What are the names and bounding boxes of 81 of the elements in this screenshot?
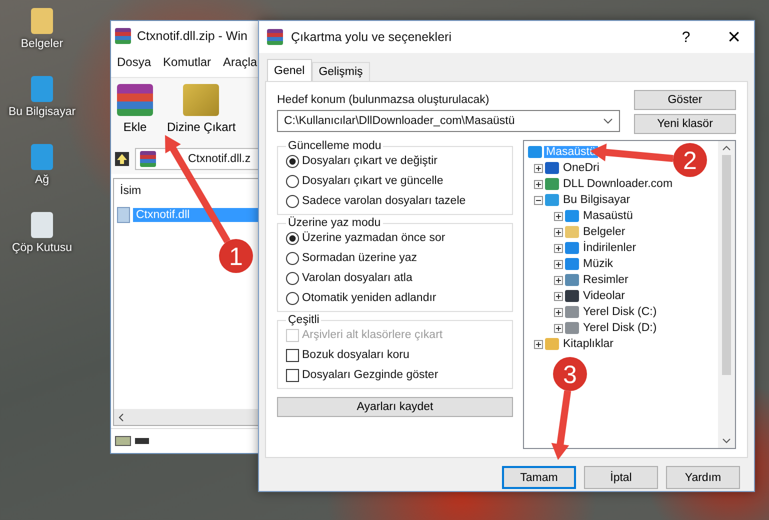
tree-item[interactable]: Kitaplıklar [561,338,616,350]
close-button[interactable]: × [714,22,754,52]
menu-item[interactable]: Komutlar [163,55,212,73]
group-title: Üzerine yaz modu [287,217,382,229]
books-icon [115,28,131,44]
up-arrow-icon[interactable] [115,152,129,166]
scroll-up-icon[interactable] [722,145,731,151]
tab[interactable]: Genel [267,59,312,81]
expander-icon[interactable] [554,244,563,252]
option-label[interactable]: Sormadan üzerine yaz [302,252,418,264]
option-label[interactable]: Dosyaları çıkart ve değiştir [302,155,438,167]
radio-button[interactable] [286,194,299,208]
expander-icon[interactable] [534,340,543,348]
annotation-arrow [551,390,572,460]
save-settings-button[interactable]: Ayarları kaydet [277,397,513,417]
option-label[interactable]: Dosyaları çıkart ve güncelle [302,175,444,187]
expander-icon[interactable] [554,260,563,268]
step-badge: 2 [673,143,707,177]
destination-label: Hedef konum (bulunmazsa oluşturulacak) [277,94,490,106]
expander-icon[interactable] [554,276,563,284]
toolbar-button[interactable]: Dizine Çıkart [165,82,238,140]
group-title: Çeşitli [287,314,320,326]
option-label[interactable]: Otomatik yeniden adlandır [302,292,436,304]
checkbox[interactable] [286,368,299,382]
dialog-button[interactable]: İptal [584,466,658,489]
dialog-title: Çıkartma yolu ve seçenekleri [291,30,452,44]
tree-item[interactable]: İndirilenler [581,242,638,254]
tree-item[interactable]: OneDri [561,162,602,174]
help-button[interactable]: ? [666,22,706,52]
destination-field[interactable]: C:\Kullanıcılar\DllDownloader_com\Masaüstü [277,110,620,132]
tree-item[interactable]: Müzik [581,258,616,270]
radio-button[interactable] [286,292,299,304]
dialog-button[interactable]: Yardım [666,466,740,489]
option-label[interactable]: Bozuk dosyaları koru [302,349,410,361]
expander-icon[interactable] [554,292,563,300]
side-button[interactable]: Yeni klasör [634,114,736,134]
menu-item[interactable]: Dosya [117,55,152,73]
desktop-icon-label[interactable]: Çöp Kutusu [12,242,72,254]
group-title: Güncelleme modu [287,140,382,152]
expander-icon[interactable] [554,212,563,220]
expander-icon[interactable] [534,164,543,172]
toolbar-button[interactable]: Ekle [115,82,155,140]
menu-item[interactable]: Araçla [223,55,258,73]
tree-item[interactable]: Masaüstü [581,210,635,222]
file-icon [117,207,130,223]
radio-button[interactable] [286,272,299,284]
tree-item[interactable]: DLL Downloader.com [561,178,675,190]
desktop-icon-label[interactable]: Belgeler [20,38,64,50]
radio-button[interactable] [286,174,299,188]
chevron-down-icon[interactable] [603,118,613,124]
radio-button[interactable] [286,232,299,244]
checkbox[interactable] [286,348,299,362]
vertical-scrollbar[interactable] [718,141,735,448]
expander-icon[interactable] [554,324,563,332]
scroll-left-icon[interactable] [118,412,124,422]
window-title: Ctxnotif.dll.zip - Win [137,29,248,43]
tree-item[interactable]: Bu Bilgisayar [561,194,632,206]
tab[interactable]: Gelişmiş [312,62,370,81]
desktop-icon-label[interactable]: Ağ [34,174,50,186]
option-label[interactable]: Varolan dosyaları atla [302,272,412,284]
option-label[interactable]: Dosyaları Gezginde göster [302,369,438,381]
tree-item[interactable]: Yerel Disk (D:) [581,322,659,334]
books-icon [267,29,283,45]
option-label[interactable]: Sadece varolan dosyaları tazele [302,195,466,207]
radio-button[interactable] [286,252,299,264]
tree-item[interactable]: Yerel Disk (C:) [581,306,659,318]
option-label[interactable]: Üzerine yazmadan önce sor [302,232,446,244]
expander-icon[interactable] [554,228,563,236]
scroll-down-icon[interactable] [722,438,731,444]
expander-icon[interactable] [534,196,543,204]
expander-icon[interactable] [534,180,543,188]
expander-icon[interactable] [554,308,563,316]
tree-item[interactable]: Belgeler [581,226,628,238]
desktop-icon-label[interactable]: Bu Bilgisayar [8,106,76,118]
radio-button[interactable] [286,154,299,168]
tree-item[interactable]: Videolar [581,290,627,302]
side-button[interactable]: Göster [634,90,736,110]
step-badge: 3 [553,357,587,391]
dialog-button[interactable]: Tamam [502,466,576,489]
step-badge: 1 [219,239,253,273]
tree-item[interactable]: Resimler [581,274,630,286]
